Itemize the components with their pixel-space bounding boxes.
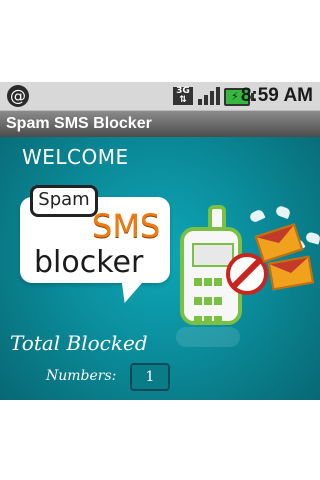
logo-spam-text: Spam	[30, 185, 98, 217]
reflection	[176, 327, 240, 347]
wing-icon	[248, 208, 266, 224]
title-bar: Spam SMS Blocker	[0, 111, 320, 138]
phone-keypad	[194, 275, 230, 324]
envelope-icon	[267, 255, 315, 291]
top-white-space	[0, 0, 320, 82]
numbers-label: Numbers:	[46, 368, 117, 384]
app-title: Spam SMS Blocker	[6, 115, 152, 132]
wing-icon	[304, 231, 320, 245]
main-panel: WELCOME Spam SMS blocker Total Blocked N…	[0, 137, 320, 400]
3g-icon: 3G ⇅	[173, 87, 193, 105]
logo-blocker-text: blocker	[34, 245, 144, 280]
wing-icon	[274, 204, 292, 220]
bottom-white-space	[0, 400, 320, 480]
at-icon: @	[7, 85, 29, 107]
logo-sms-text: SMS	[92, 207, 161, 245]
status-bar: @ 3G ⇅ ⚡ 8:59 AM	[0, 82, 320, 111]
numbers-count: 1	[130, 363, 170, 391]
signal-icon	[198, 87, 220, 105]
status-time: 8:59 AM	[240, 85, 313, 106]
welcome-heading: WELCOME	[22, 145, 129, 169]
total-blocked-label: Total Blocked	[10, 331, 148, 355]
